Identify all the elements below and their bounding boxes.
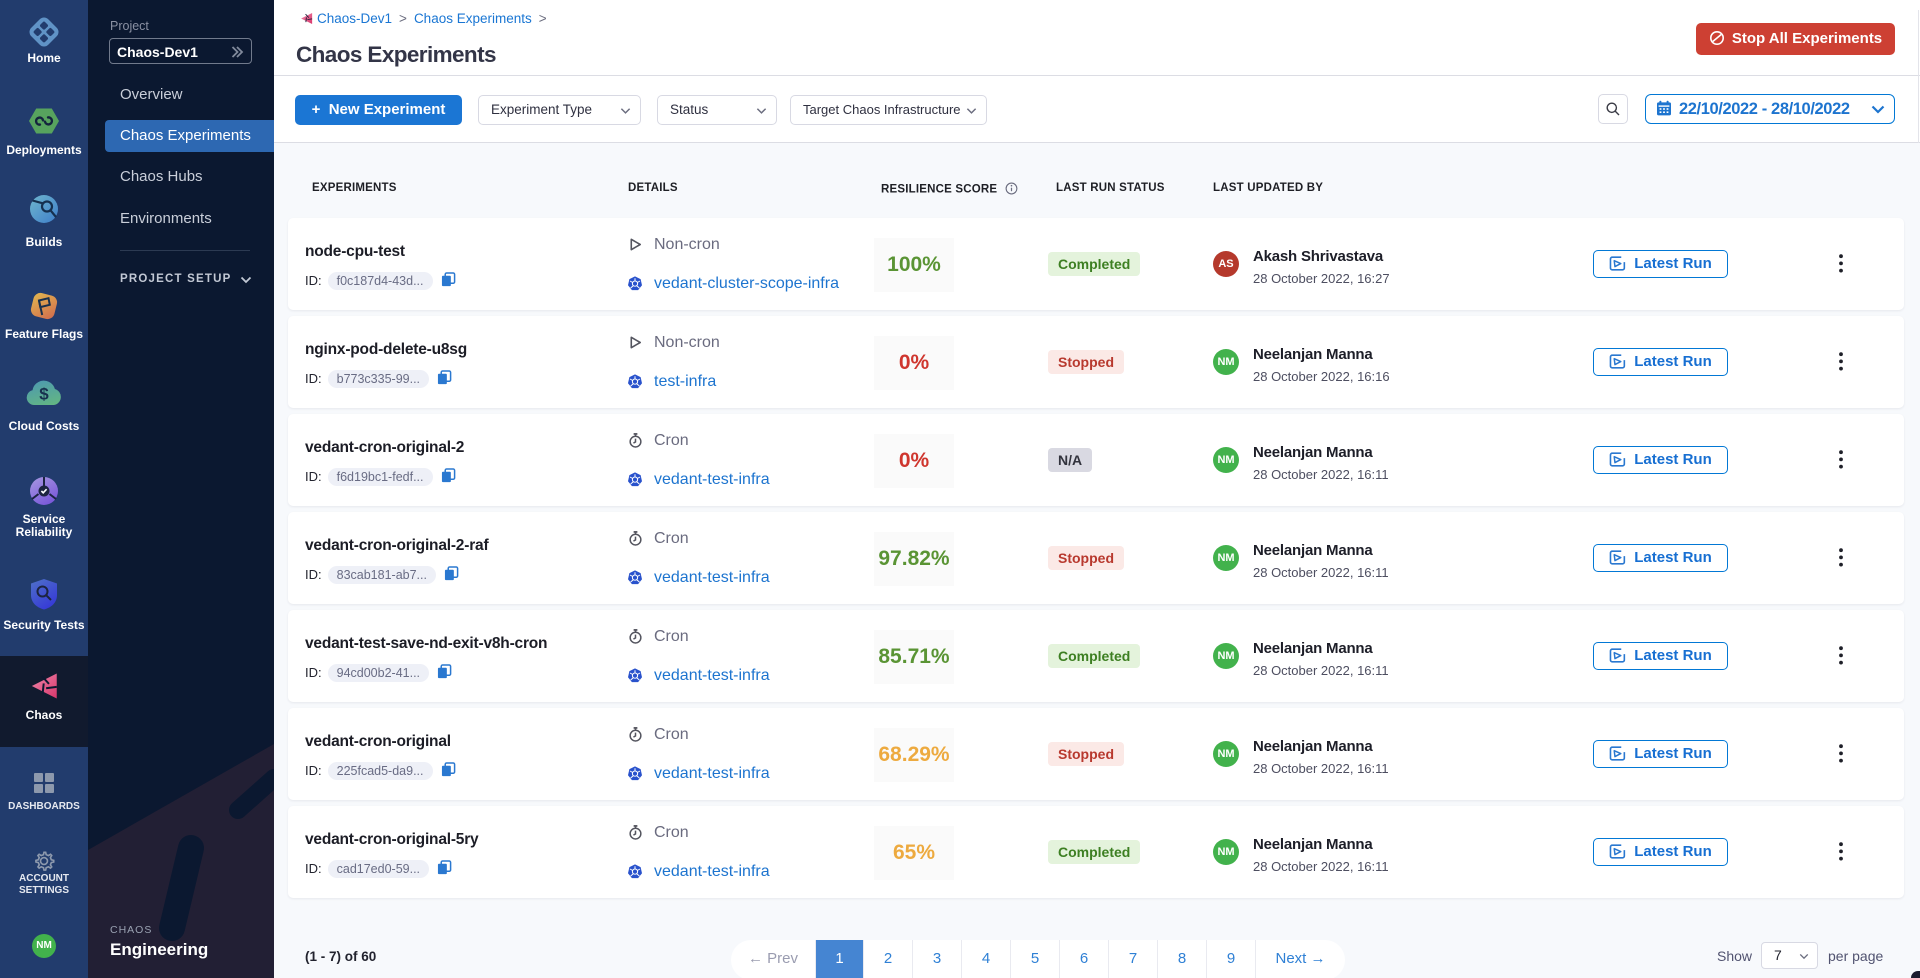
svg-text:$: $ [39, 385, 49, 404]
